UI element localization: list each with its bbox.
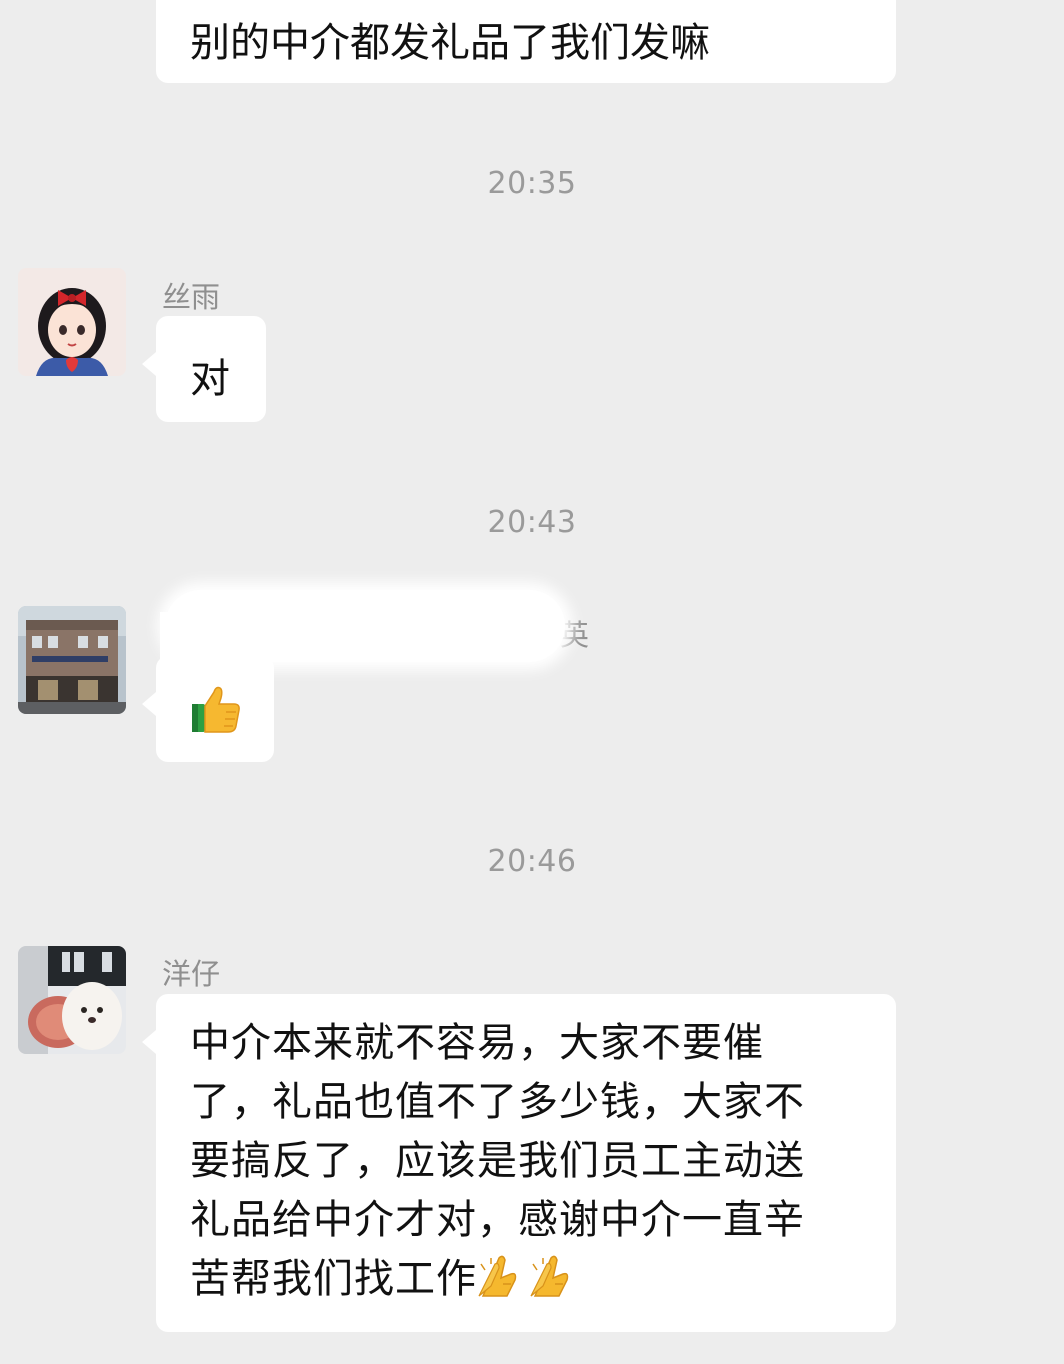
message-text-line: 礼品给中介才对，感谢中介一直辛 — [190, 1197, 805, 1243]
message-bubble[interactable]: 对 — [142, 316, 266, 422]
message-text: 别的中介都发礼品了我们发嘛 — [190, 20, 710, 66]
timestamp: 20:43 — [487, 505, 577, 540]
message-text-line: 苦帮我们找工作 — [190, 1256, 477, 1302]
timestamp: 20:46 — [487, 844, 577, 879]
message-text-last-line: 苦帮我们找工作 — [190, 1250, 866, 1315]
timestamp: 20:35 — [487, 166, 577, 201]
folded-hands-icon — [529, 1254, 581, 1315]
message-text: 对 — [190, 356, 230, 402]
avatar[interactable] — [18, 606, 126, 714]
message-text-line: 要搞反了，应该是我们员工主动送 — [190, 1138, 805, 1184]
thumbs-up-icon — [190, 686, 242, 744]
sender-name: 洋仔 — [162, 957, 221, 991]
avatar[interactable] — [18, 268, 126, 376]
message-text-line: 了，礼品也值不了多少钱，大家不 — [190, 1079, 805, 1125]
message-bubble[interactable]: 别的中介都发礼品了我们发嘛 — [156, 0, 896, 83]
redaction-mark — [165, 590, 565, 662]
message-bubble[interactable]: 中介本来就不容易，大家不要催 了，礼品也值不了多少钱，大家不 要搞反了，应该是我… — [142, 994, 896, 1332]
message-text-line: 中介本来就不容易，大家不要催 — [190, 1020, 764, 1066]
avatar[interactable] — [18, 946, 126, 1054]
sender-name: 丝雨 — [162, 280, 221, 314]
message-bubble[interactable] — [142, 656, 274, 762]
folded-hands-icon — [477, 1254, 529, 1315]
